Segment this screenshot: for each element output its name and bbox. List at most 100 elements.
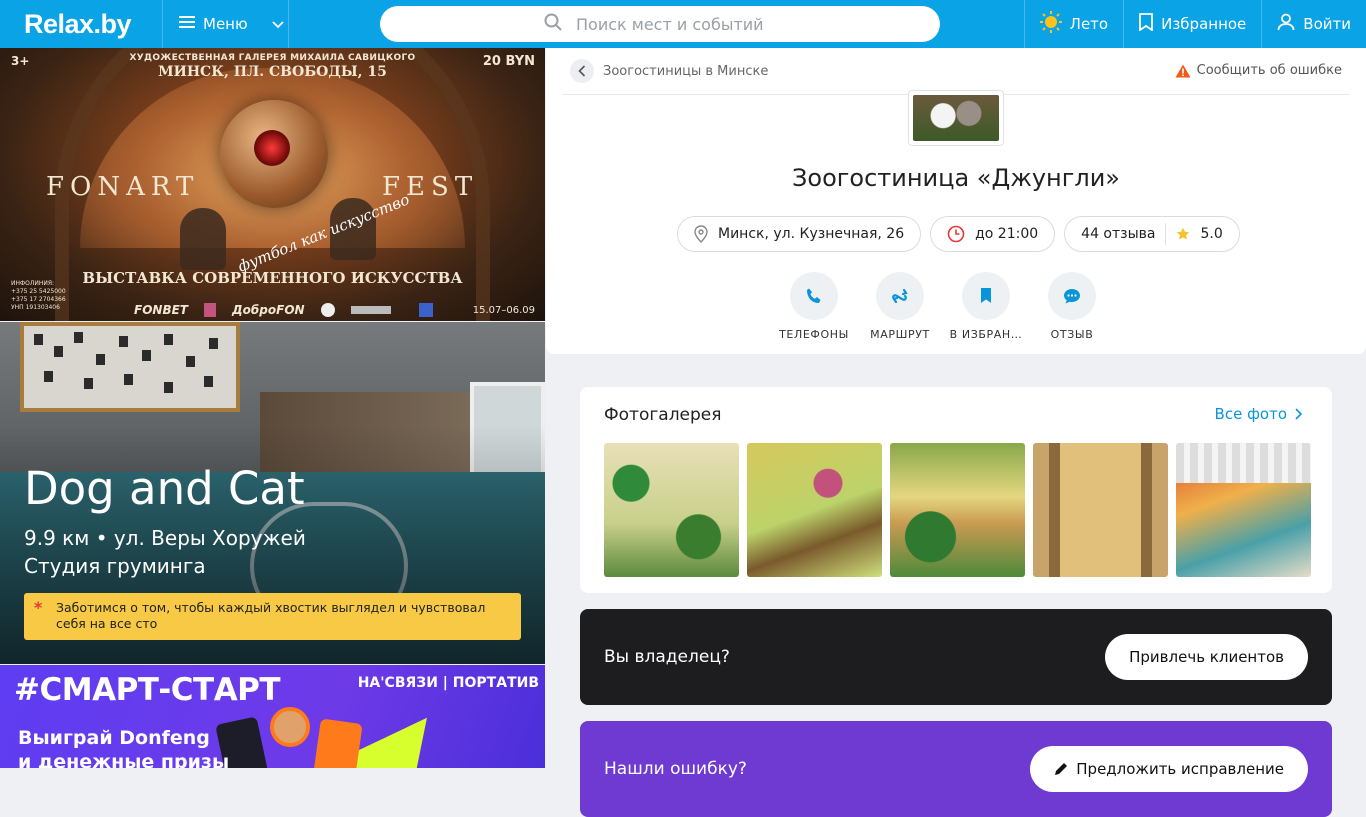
gallery-photo[interactable] [890, 443, 1025, 577]
warning-icon [1175, 64, 1191, 77]
action-label: МАРШРУТ [870, 328, 930, 341]
breadcrumb: Зоогостиницы в Минске Сообщить об ошибке [562, 48, 1350, 95]
sponsor-logo: FONBET [134, 303, 188, 317]
suggest-fix-label: Предложить исправление [1076, 760, 1284, 778]
header-right-menu: Лето Избранное Войти [1023, 0, 1366, 48]
gallery-photo[interactable] [1176, 443, 1311, 577]
error-question: Нашли ошибку? [604, 759, 747, 779]
dog-and-cat-banner[interactable]: Dog and Cat 9.9 км • ул. Веры Хоружей Ст… [0, 322, 545, 664]
login-button[interactable]: Войти [1261, 0, 1366, 48]
venue-actions: ТЕЛЕФОНЫ МАРШРУТ В ИЗБРАН… ОТЗЫВ [779, 272, 1100, 341]
banner-address: МИНСК, ПЛ. СВОБОДЫ, 15 [158, 64, 387, 80]
error-promo: Нашли ошибку? Предложить исправление [580, 721, 1332, 817]
suggest-fix-button[interactable]: Предложить исправление [1030, 746, 1308, 792]
menu-label: Меню [203, 15, 248, 33]
report-error-link[interactable]: Сообщить об ошибке [1175, 63, 1342, 78]
banner-title-left: FONART [46, 172, 200, 202]
sponsor-mark [203, 303, 216, 317]
reviews-count: 44 отзыва [1081, 226, 1156, 242]
action-label: ТЕЛЕФОНЫ [779, 328, 849, 341]
photo-gallery: Фотогалерея Все фото [580, 387, 1332, 593]
gallery-photo[interactable] [747, 443, 882, 577]
all-photos-link[interactable]: Все фото [1215, 405, 1302, 423]
sponsor-mark [418, 303, 433, 317]
banner-title: Dog and Cat [24, 462, 305, 515]
gallery-photo[interactable] [1033, 443, 1168, 577]
search-bar[interactable] [380, 6, 940, 42]
venue-title: Зоогостиница «Джунгли» [792, 164, 1120, 192]
banner-dates: 15.07–06.09 [472, 305, 535, 316]
season-button[interactable]: Лето [1023, 0, 1123, 48]
action-label: В ИЗБРАН… [949, 328, 1023, 341]
banner-prize-line: и денежные призы [18, 751, 230, 768]
owner-promo: Вы владелец? Привлечь клиентов [580, 609, 1332, 705]
banner-gallery: ХУДОЖЕСТВЕННАЯ ГАЛЕРЕЯ МИХАИЛА САВИЦКОГО [129, 53, 416, 63]
ads-column: 3+ ХУДОЖЕСТВЕННАЯ ГАЛЕРЕЯ МИХАИЛА САВИЦК… [0, 48, 545, 768]
menu-button[interactable]: Меню [163, 0, 289, 48]
chevron-right-icon [1295, 408, 1302, 420]
back-button[interactable] [570, 59, 594, 83]
banner-type: Студия груминга [24, 554, 206, 578]
search-icon [544, 13, 562, 35]
bookmark-icon [962, 272, 1010, 320]
hours-pill[interactable]: до 21:00 [930, 216, 1056, 252]
phone-icon [790, 272, 838, 320]
banner-sponsors: FONBET ДоброFON [134, 303, 433, 317]
favorites-button[interactable]: Избранное [1123, 0, 1261, 48]
banner-info-line: +375 17 2704366 [11, 296, 66, 303]
report-label: Сообщить об ошибке [1196, 63, 1342, 78]
banner-note: * Заботимся о том, чтобы каждый хвостик … [24, 593, 521, 640]
attract-clients-button[interactable]: Привлечь клиентов [1105, 634, 1308, 680]
banner-distance: 9.9 км • ул. Веры Хоружей [24, 526, 306, 550]
banner-figure [180, 208, 226, 270]
clock-icon [947, 225, 965, 243]
asterisk-icon: * [34, 598, 43, 617]
banner-info-line: УНП 191303406 [11, 304, 60, 311]
phones-button[interactable]: ТЕЛЕФОНЫ [779, 272, 848, 341]
hours-text: до 21:00 [975, 226, 1039, 242]
banner-prize-line: Выиграй Donfeng [18, 727, 210, 749]
breadcrumb-link[interactable]: Зоогостиницы в Минске [603, 64, 768, 79]
banner-person [270, 707, 310, 747]
gallery-photos [604, 443, 1311, 577]
banner-subtitle: ВЫСТАВКА СОВРЕМЕННОГО ИСКУССТВА [82, 269, 463, 287]
chevron-left-icon [578, 65, 586, 77]
gallery-photo[interactable] [604, 443, 739, 577]
venue-card: Зоогостиницы в Минске Сообщить об ошибке… [546, 48, 1366, 354]
owner-question: Вы владелец? [604, 647, 730, 667]
banner-title: #СМАРТ-СТАРТ [14, 672, 281, 708]
chevron-down-icon [271, 15, 284, 33]
chat-icon [1048, 272, 1096, 320]
sponsor-mark [320, 303, 335, 317]
venue-info-pills: Минск, ул. Кузнечная, 26 до 21:00 44 отз… [677, 216, 1240, 252]
banner-price: 20 BYN [482, 54, 535, 69]
site-logo[interactable]: Relax.by [0, 0, 163, 48]
banner-info-line: ИНФОЛИНИЯ: [11, 280, 55, 287]
favorite-button[interactable]: В ИЗБРАН… [950, 272, 1022, 341]
search-input[interactable] [576, 14, 836, 34]
banner-brands: НА'СВЯЗИ | ПОРТАТИВ [357, 675, 539, 691]
hamburger-icon [179, 15, 195, 33]
fonart-fest-banner[interactable]: 3+ ХУДОЖЕСТВЕННАЯ ГАЛЕРЕЯ МИХАИЛА САВИЦК… [0, 48, 545, 321]
ball-icon [220, 100, 328, 208]
route-icon [876, 272, 924, 320]
route-button[interactable]: МАРШРУТ [870, 272, 929, 341]
favorites-label: Избранное [1161, 15, 1247, 33]
season-label: Лето [1069, 15, 1109, 33]
sponsor-logo: ДоброFON [231, 303, 305, 317]
address-text: Минск, ул. Кузнечная, 26 [718, 226, 905, 242]
location-pin-icon [694, 225, 708, 243]
venue-thumbnail[interactable] [908, 90, 1004, 146]
reviews-pill[interactable]: 44 отзыва 5.0 [1064, 216, 1240, 252]
banner-info-line: +375 25 5425000 [11, 288, 66, 295]
gallery-title: Фотогалерея [604, 405, 722, 425]
banner-ticket [311, 718, 363, 768]
user-icon [1277, 13, 1295, 35]
smart-start-banner[interactable]: #СМАРТ-СТАРТ НА'СВЯЗИ | ПОРТАТИВ Выиграй… [0, 665, 545, 768]
bookmark-icon [1139, 13, 1154, 35]
address-pill[interactable]: Минск, ул. Кузнечная, 26 [677, 216, 922, 252]
review-button[interactable]: ОТЗЫВ [1044, 272, 1100, 341]
star-icon [1177, 227, 1190, 240]
login-label: Войти [1303, 15, 1351, 33]
top-header: Relax.by Меню Лето Избранное [0, 0, 1366, 48]
